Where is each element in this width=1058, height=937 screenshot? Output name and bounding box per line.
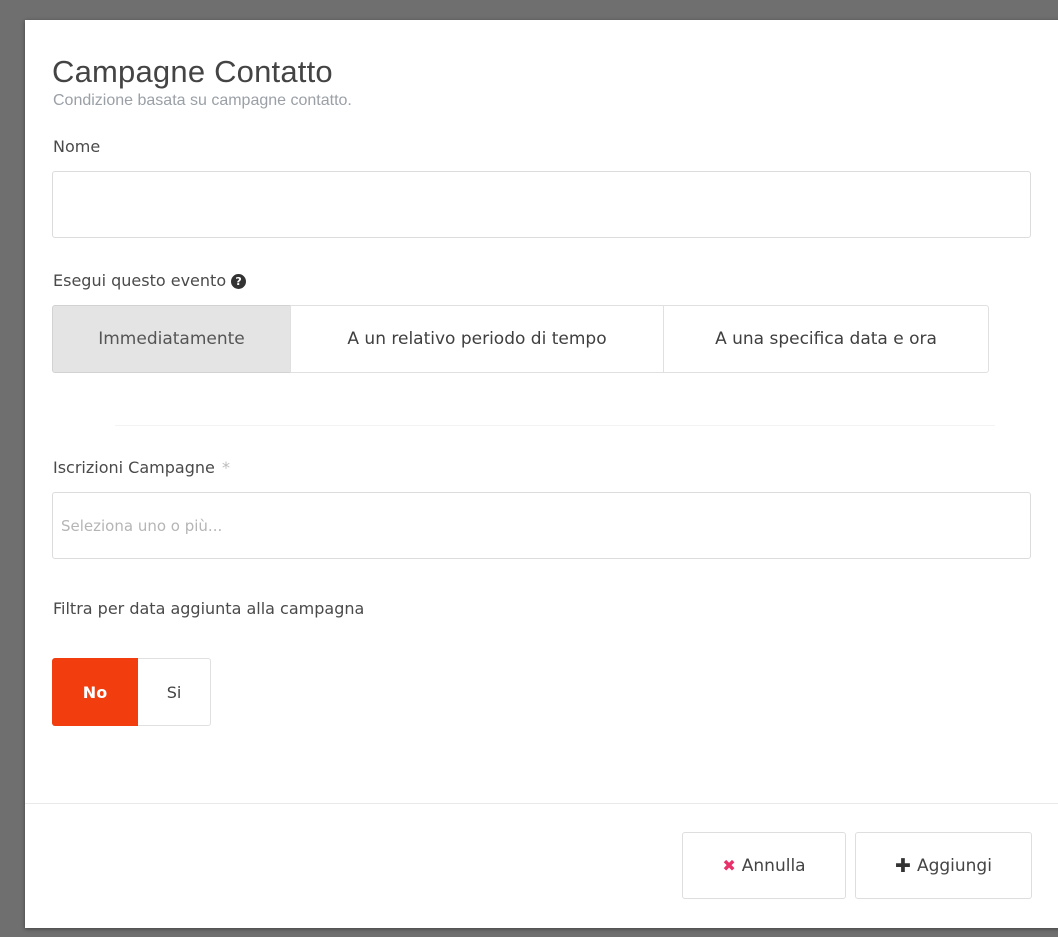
add-label: Aggiungi xyxy=(916,855,992,876)
name-label: Nome xyxy=(53,137,101,156)
event-option-relative-time[interactable]: A un relativo periodo di tempo xyxy=(290,305,664,373)
event-label: Esegui questo evento xyxy=(53,271,227,290)
event-timing-group: Immediatamente A un relativo periodo di … xyxy=(52,305,989,373)
times-icon: ✖ xyxy=(722,856,736,875)
event-option-specific-date[interactable]: A una specifica data e ora xyxy=(663,305,989,373)
toggle-si-button[interactable]: Si xyxy=(138,658,211,726)
campaigns-label-row: Iscrizioni Campagne * xyxy=(53,458,230,477)
toggle-no-button[interactable]: No xyxy=(52,658,138,726)
campaigns-select-input[interactable] xyxy=(52,492,1031,559)
cancel-label: Annulla xyxy=(741,855,806,876)
question-circle-icon[interactable]: ? xyxy=(231,274,247,289)
add-button[interactable]: ✚ Aggiungi xyxy=(855,832,1032,899)
required-mark: * xyxy=(221,458,230,477)
filter-date-toggle: No Si xyxy=(52,658,211,726)
section-divider xyxy=(115,425,995,426)
plus-icon: ✚ xyxy=(895,854,911,877)
filter-date-label: Filtra per data aggiunta alla campagna xyxy=(53,599,365,618)
campaign-condition-modal: Campagne Contatto Condizione basata su c… xyxy=(25,20,1058,928)
event-label-row: Esegui questo evento? xyxy=(53,271,247,290)
event-option-immediately[interactable]: Immediatamente xyxy=(52,305,291,373)
name-input[interactable] xyxy=(52,171,1031,238)
campaigns-label: Iscrizioni Campagne xyxy=(53,458,215,477)
cancel-button[interactable]: ✖ Annulla xyxy=(682,832,846,899)
modal-subtitle: Condizione basata su campagne contatto. xyxy=(53,92,352,109)
footer-divider xyxy=(25,803,1058,804)
modal-title: Campagne Contatto xyxy=(52,54,333,89)
